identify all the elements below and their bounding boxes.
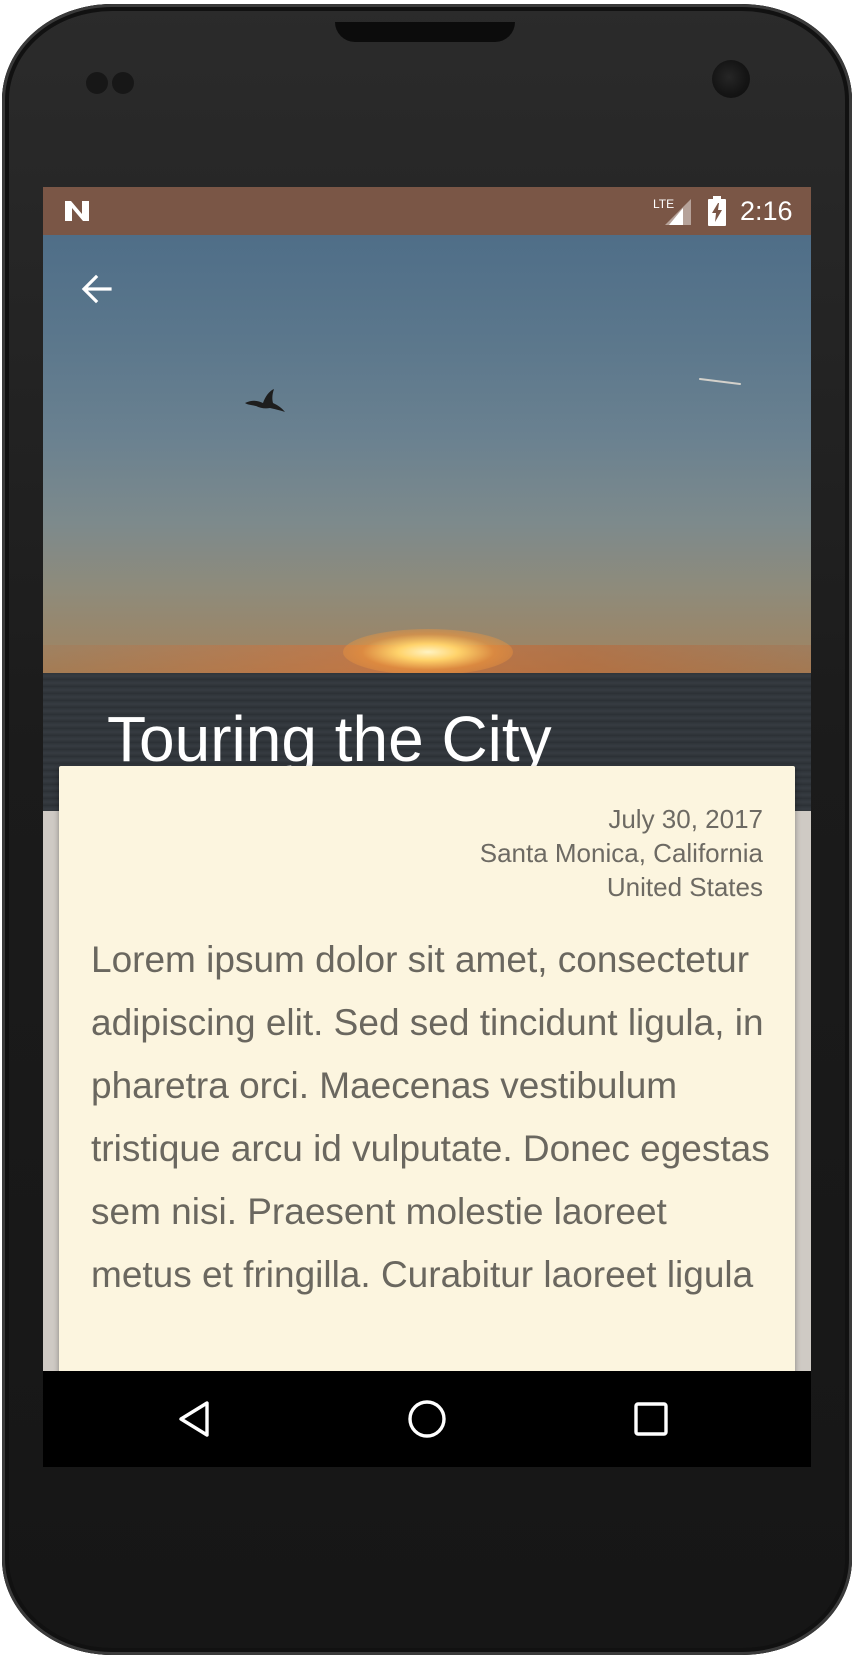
light-sensor (112, 72, 134, 94)
earpiece-speaker (335, 22, 515, 42)
setting-sun (343, 629, 513, 675)
notification-n-icon (65, 201, 89, 221)
circle-home-icon (408, 1400, 446, 1438)
entry-meta: July 30, 2017 Santa Monica, California U… (480, 802, 763, 904)
front-camera (712, 60, 750, 98)
screen: LTE 2:16 Touring the City July 30, 2017 … (43, 187, 811, 1467)
triangle-back-icon (179, 1401, 209, 1437)
entry-location-city: Santa Monica, California (479, 838, 763, 868)
entry-body: Lorem ipsum dolor sit amet, consectetur … (91, 939, 770, 1295)
status-time: 2:16 (740, 196, 793, 226)
square-recents-icon (634, 1402, 668, 1436)
nav-recents-button[interactable] (623, 1391, 679, 1447)
nav-home-button[interactable] (399, 1391, 455, 1447)
proximity-sensor (86, 72, 108, 94)
bird-silhouette (245, 389, 285, 412)
entry-location-country: United States (606, 872, 763, 902)
battery-charging-icon (708, 196, 726, 226)
entry-date: July 30, 2017 (608, 804, 763, 834)
page-title: Touring the City (107, 703, 552, 775)
status-bar: LTE 2:16 (43, 187, 811, 235)
phone-device: LTE 2:16 Touring the City July 30, 2017 … (0, 0, 856, 1659)
journal-entry-card: July 30, 2017 Santa Monica, California U… (59, 766, 795, 1467)
arrow-back-icon (81, 274, 112, 304)
lte-label: LTE (653, 197, 674, 211)
nav-back-button[interactable] (167, 1391, 223, 1447)
back-button[interactable] (73, 265, 121, 313)
contrail (699, 378, 741, 385)
hero-image: Touring the City (43, 235, 811, 811)
lte-signal-icon: LTE (653, 197, 691, 225)
navigation-bar (43, 1371, 811, 1467)
